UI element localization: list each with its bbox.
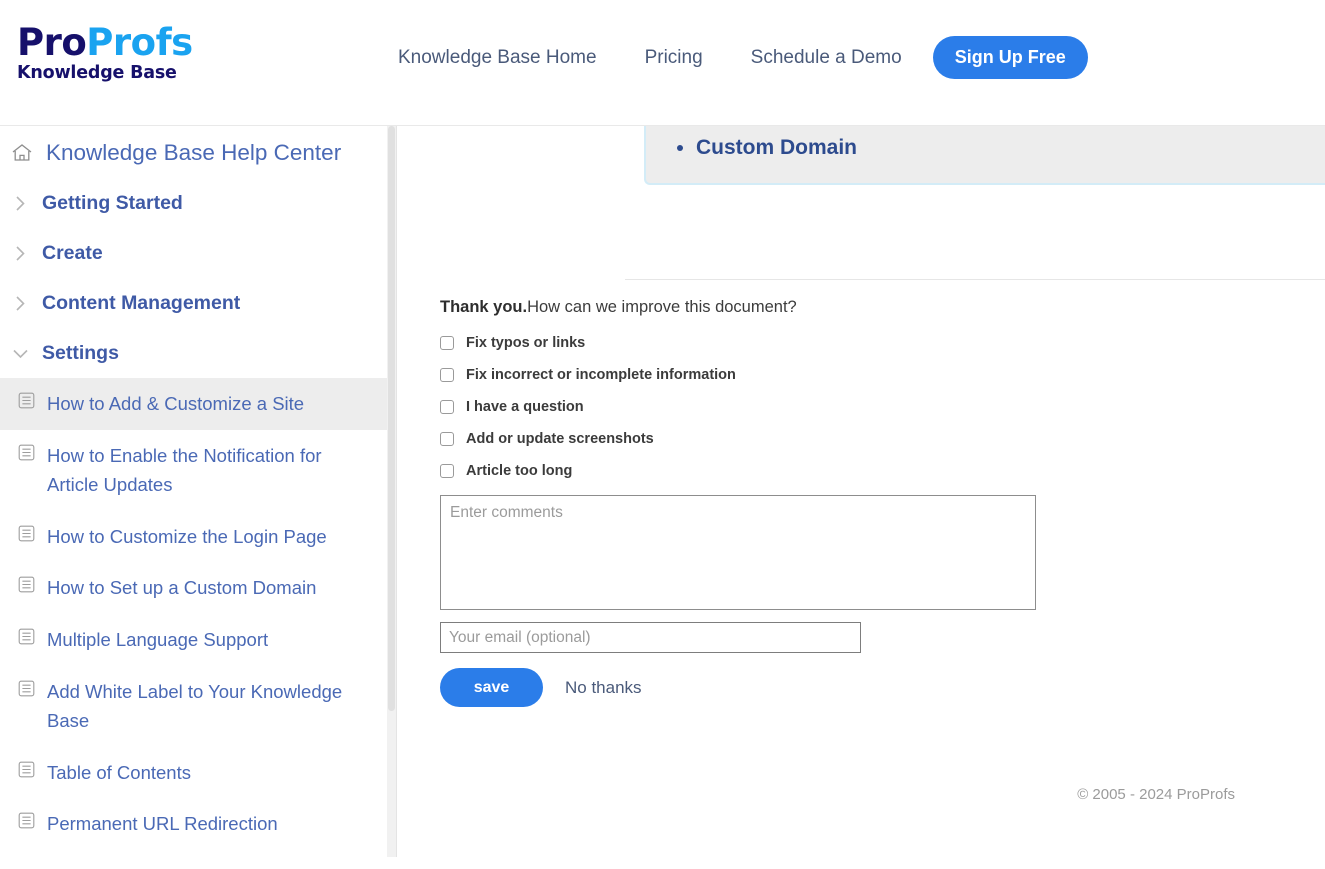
no-thanks-link[interactable]: No thanks [565,678,642,698]
sidebar-category-label: Create [42,241,103,264]
sidebar-article-label: Table of Contents [47,761,191,783]
sidebar-article-label: How to Customize the Login Page [47,525,327,547]
feedback-option-fix-incorrect-or-incomplete-information[interactable]: Fix incorrect or incomplete information [440,367,1080,383]
feedback-form: Thank you.How can we improve this docume… [440,296,1080,708]
feedback-option-label: Fix typos or links [466,335,586,352]
document-icon [18,680,35,697]
logo-text-profs: Profs [86,21,193,64]
logo-wordmark: ProProfs [17,24,193,61]
feedback-option-fix-typos-or-links[interactable]: Fix typos or links [440,335,1080,351]
site-header: ProProfs Knowledge Base Knowledge Base H… [0,0,1325,126]
sidebar-article-label: How to Add & Customize a Site [47,393,305,414]
sidebar-article-add-white-label-to-your-knowledge-base[interactable]: Add White Label to Your Knowledge Base [0,666,396,747]
content-divider [625,279,1325,280]
feedback-option-label: Article too long [466,463,573,480]
sidebar-article-label: Add White Label to Your Knowledge Base [47,680,343,732]
toc-item-custom-domain[interactable]: Custom Domain [646,126,1325,160]
sidebar-category-content-management[interactable]: Content Management [0,278,396,328]
sidebar-article-label: How to Set up a Custom Domain [47,577,317,599]
sidebar-navigation: Knowledge Base Help Center Getting Start… [0,126,397,857]
chevron-right-icon [8,195,32,212]
nav-link-pricing[interactable]: Pricing [645,47,703,69]
bullet-icon [677,145,683,151]
table-of-contents-box: Custom Domain [644,126,1325,185]
sidebar-article-how-to-customize-the-login-page[interactable]: How to Customize the Login Page [0,511,396,563]
checkbox-icon[interactable] [440,368,454,383]
feedback-title-bold: Thank you. [440,298,528,316]
sidebar-item-knowledge-base-help-center[interactable]: Knowledge Base Help Center [0,126,396,178]
sidebar-article-permanent-url-redirection[interactable]: Permanent URL Redirection [0,798,396,850]
sidebar-category-label: Settings [42,341,119,364]
logo-subtitle: Knowledge Base [17,63,177,83]
sidebar-article-search-engines-google[interactable]: Search Engines (Google) [0,850,396,857]
nav-link-schedule-a-demo[interactable]: Schedule a Demo [751,47,902,69]
sidebar-scrollbar[interactable] [387,126,396,857]
document-icon [18,628,35,645]
document-icon [18,761,35,778]
sidebar-category-label: Content Management [42,291,241,314]
sidebar-scrollbar-thumb[interactable] [388,126,395,711]
sidebar-article-multiple-language-support[interactable]: Multiple Language Support [0,614,396,666]
sidebar-article-label: Permanent URL Redirection [47,813,278,835]
sidebar-category-settings[interactable]: Settings [0,328,396,378]
sidebar-category-create[interactable]: Create [0,228,396,278]
checkbox-icon[interactable] [440,464,454,479]
checkbox-icon[interactable] [440,432,454,447]
document-icon [18,444,35,461]
chevron-right-icon [8,245,32,262]
document-icon [18,392,35,409]
feedback-title-rest: How can we improve this document? [527,298,797,316]
feedback-title: Thank you.How can we improve this docume… [440,296,1080,319]
sign-up-free-button[interactable]: Sign Up Free [932,36,1088,79]
comments-textarea[interactable] [440,495,1036,611]
copyright-text: © 2005 - 2024 ProProfs [1077,786,1235,803]
feedback-option-article-too-long[interactable]: Article too long [440,463,1080,479]
sidebar-article-label: How to Enable the Notification for Artic… [47,444,322,496]
document-icon [18,525,35,542]
checkbox-icon[interactable] [440,336,454,351]
chevron-down-icon [8,347,32,360]
feedback-option-label: Add or update screenshots [466,431,654,448]
proprofs-logo[interactable]: ProProfs Knowledge Base [17,24,193,83]
feedback-option-label: Fix incorrect or incomplete information [466,367,736,384]
sidebar-article-how-to-set-up-a-custom-domain[interactable]: How to Set up a Custom Domain [0,562,396,614]
sidebar-home-label: Knowledge Base Help Center [46,140,342,165]
feedback-actions: save No thanks [440,668,1080,708]
feedback-option-add-or-update-screenshots[interactable]: Add or update screenshots [440,431,1080,447]
main-navigation: Knowledge Base Home Pricing Schedule a D… [398,36,1088,79]
nav-link-knowledge-base-home[interactable]: Knowledge Base Home [398,47,597,69]
toc-item-label: Custom Domain [696,136,858,159]
document-icon [18,812,35,829]
feedback-option-label: I have a question [466,399,584,416]
sidebar-category-label: Getting Started [42,191,183,214]
document-icon [18,576,35,593]
save-button[interactable]: save [440,668,543,708]
feedback-option-i-have-a-question[interactable]: I have a question [440,399,1080,415]
sidebar-article-label: Multiple Language Support [47,628,269,650]
main-content: Custom Domain Thank you.How can we impro… [398,126,1325,869]
chevron-right-icon [8,295,32,312]
sidebar-category-getting-started[interactable]: Getting Started [0,178,396,228]
sidebar-article-how-to-enable-the-notification-for-article-updates[interactable]: How to Enable the Notification for Artic… [0,430,396,511]
email-field[interactable] [440,622,861,654]
sidebar-article-how-to-add-customize-a-site[interactable]: How to Add & Customize a Site [0,378,396,430]
home-icon [10,141,34,165]
logo-text-pro: Pro [17,21,87,64]
checkbox-icon[interactable] [440,400,454,415]
sidebar-article-table-of-contents[interactable]: Table of Contents [0,747,396,799]
